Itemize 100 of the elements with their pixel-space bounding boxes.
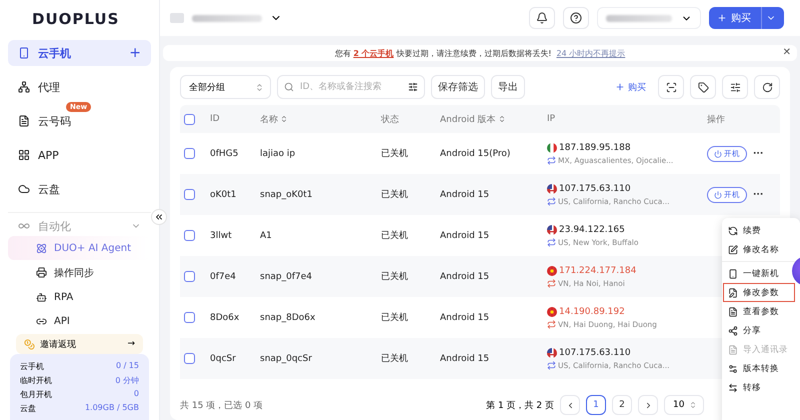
- export-button[interactable]: 导出: [491, 75, 525, 99]
- menu-item[interactable]: 分享: [723, 321, 795, 340]
- table-cell-text: 0qcSr: [210, 354, 237, 364]
- table-cell-text: snap_0qcSr: [260, 354, 313, 364]
- cloud-icon: [18, 183, 30, 195]
- document-icon: [728, 344, 738, 354]
- table-cell-text: 已关机: [381, 270, 409, 283]
- sidebar-subitem[interactable]: 操作同步: [8, 260, 151, 286]
- add-button[interactable]: +: [129, 45, 141, 61]
- power-icon: [714, 190, 722, 198]
- column-header[interactable]: 名称: [260, 112, 381, 126]
- notice-text: 您有 2 个云手机 快要过期，请注意续费，过期后数据将丢失!: [334, 48, 552, 58]
- tag-button[interactable]: [690, 75, 716, 99]
- dismiss-link[interactable]: 24 小时内不再提示: [556, 48, 626, 58]
- sidebar-subitem[interactable]: API: [8, 310, 151, 334]
- arrows-icon: [728, 382, 738, 392]
- invite-banner[interactable]: 邀请返现 →: [16, 334, 143, 354]
- column-header: 状态: [381, 114, 400, 126]
- menu-item[interactable]: 查看参数: [723, 302, 795, 321]
- link-icon: [36, 316, 47, 328]
- table-cell-text: A1: [260, 230, 273, 240]
- sidebar-item[interactable]: 代理: [8, 74, 151, 100]
- network-icon: [18, 81, 30, 93]
- menu-item[interactable]: 版本转换: [723, 359, 795, 378]
- plus-icon: [717, 13, 727, 23]
- filter-icon[interactable]: [408, 82, 418, 92]
- table-cell-text: 8Do6x: [210, 312, 240, 322]
- menu-item[interactable]: 修改名称: [723, 240, 795, 259]
- workspace-avatar: [170, 13, 184, 23]
- blurred-name: [192, 14, 262, 22]
- sidebar-subitem[interactable]: RPA: [8, 285, 151, 310]
- sidebar-item[interactable]: APP: [8, 142, 151, 168]
- invite-label: 邀请返现: [40, 338, 76, 351]
- table-cell-text: 已关机: [381, 188, 409, 201]
- notification-button[interactable]: [529, 7, 555, 29]
- table-cell-text: 已关机: [381, 312, 409, 324]
- collapse-button[interactable]: [151, 209, 167, 225]
- phone-icon: [728, 268, 738, 278]
- column-header: 操作: [707, 114, 726, 126]
- table-cell-text: snap_oK0t1: [260, 190, 314, 200]
- checkbox[interactable]: [184, 148, 195, 159]
- more-button[interactable]: ···: [749, 190, 768, 200]
- table-cell-text: Android 15: [440, 272, 490, 282]
- share-icon: [728, 326, 738, 336]
- checkbox[interactable]: [184, 114, 195, 124]
- search-box[interactable]: ID、名称或备注搜索: [277, 75, 425, 99]
- double-chevron-icon: [154, 212, 164, 222]
- tag-icon: [698, 82, 708, 92]
- sidebar-item[interactable]: 云手机 +: [8, 40, 151, 66]
- save-filter-button[interactable]: 保存筛选: [431, 75, 485, 99]
- menu-item[interactable]: 一键新机: [723, 264, 795, 283]
- page-button[interactable]: 1: [586, 395, 606, 415]
- usage-value: 0: [132, 389, 139, 400]
- printer-icon: [36, 267, 47, 278]
- help-icon: [570, 12, 582, 24]
- menu-item[interactable]: 修改参数: [723, 283, 795, 302]
- table-cell-text: snap_0f7e4: [260, 272, 314, 282]
- page-button[interactable]: 2: [612, 395, 632, 415]
- table-cell-text: snap_8Do6x: [260, 312, 316, 322]
- table-cell-text: 0fHG5: [210, 148, 240, 158]
- usage-name: 云盘: [20, 403, 37, 414]
- ip-address: 171.224.177.184: [559, 266, 636, 276]
- table-cell-text: Android 15(Pro): [440, 148, 512, 158]
- repeat-icon: [547, 238, 556, 246]
- checkbox[interactable]: [184, 271, 195, 282]
- sidebar-item[interactable]: 云盘: [8, 176, 151, 202]
- ip-address: 107.175.63.110: [559, 184, 631, 194]
- buy-button[interactable]: 购买: [709, 7, 784, 29]
- ip-address: 187.189.95.188: [559, 142, 631, 152]
- checkbox[interactable]: [184, 189, 195, 200]
- help-button[interactable]: [563, 7, 589, 29]
- repeat-icon: [547, 320, 556, 328]
- menu-item[interactable]: 续费: [723, 221, 795, 240]
- table-cell-text: 已关机: [381, 148, 409, 160]
- sort-icon: [255, 82, 264, 92]
- scan-button[interactable]: [658, 75, 684, 99]
- column-header[interactable]: Android 版本: [440, 112, 547, 126]
- settings-button[interactable]: [722, 75, 748, 99]
- page-size-select[interactable]: 10: [664, 395, 704, 415]
- table-cell-text: 0f7e4: [210, 272, 237, 282]
- checkbox[interactable]: [184, 353, 195, 364]
- usage-value: 0 / 15: [114, 361, 139, 372]
- buy-link[interactable]: 购买: [609, 80, 652, 94]
- usage-value: 1.09GB / 5GB: [84, 403, 139, 414]
- ip-address: 107.175.63.110: [559, 348, 631, 358]
- table-cell-text: Android 15: [440, 230, 490, 240]
- grid-icon: [18, 149, 30, 161]
- refresh-icon: [728, 226, 738, 236]
- table-cell-text: Android 15: [440, 190, 490, 200]
- refresh-button[interactable]: [754, 75, 780, 99]
- more-button[interactable]: ···: [749, 148, 768, 158]
- checkbox[interactable]: [184, 312, 195, 323]
- menu-item[interactable]: 转移: [723, 378, 795, 397]
- checkbox[interactable]: [184, 230, 195, 241]
- search-icon: [284, 82, 294, 92]
- group-select[interactable]: 全部分组: [180, 75, 271, 99]
- table-cell-text: lajiao ip: [260, 148, 296, 158]
- usage-value: 0 分钟: [114, 375, 139, 386]
- close-icon[interactable]: ✕: [782, 47, 791, 58]
- robot-icon: [36, 292, 47, 303]
